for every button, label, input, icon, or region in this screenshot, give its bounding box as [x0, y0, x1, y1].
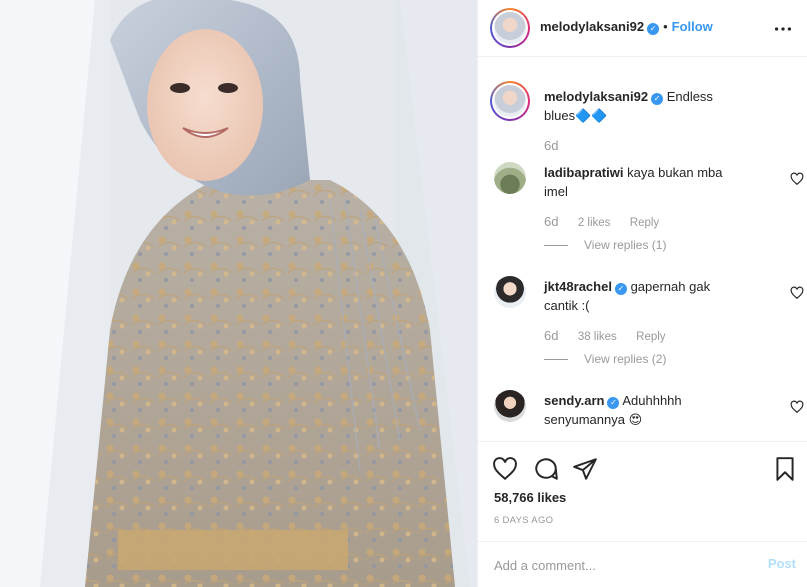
caption-time[interactable]: 6d — [544, 138, 558, 153]
author-username[interactable]: melodylaksani92 — [540, 19, 644, 34]
likes-count[interactable]: 58,766 likes — [494, 490, 566, 505]
commenter-avatar[interactable] — [494, 390, 526, 422]
post-comment-button[interactable]: Post — [768, 556, 796, 571]
comment-text: jkt48rachel ✓ gapernah gak cantik :( — [544, 277, 710, 315]
post-header: melodylaksani92 ✓ • Follow — [478, 0, 807, 57]
caption-meta: 6d — [544, 138, 574, 153]
verified-badge-icon: ✓ — [651, 93, 664, 105]
bookmark-icon[interactable] — [772, 456, 798, 482]
comment-username[interactable]: ladibapratiwi — [544, 165, 623, 180]
comment-body-line2: cantik :( — [544, 298, 590, 313]
like-comment-heart-icon[interactable] — [790, 286, 804, 300]
comment-time[interactable]: 6d — [544, 328, 558, 343]
verified-badge-icon: ✓ — [647, 23, 660, 35]
comment-likes[interactable]: 38 likes — [578, 331, 617, 343]
separator-dot: • — [663, 19, 668, 34]
comment-likes[interactable]: 2 likes — [578, 217, 611, 229]
comment-meta: 6d 2 likes Reply — [544, 214, 675, 229]
comment-username[interactable]: sendy.arn — [544, 393, 604, 408]
comment-time[interactable]: 6d — [544, 214, 558, 229]
caption-text-line1: Endless — [666, 89, 713, 104]
comments-list[interactable]: melodylaksani92 ✓ Endless blues🔷🔷 6d ladi… — [478, 57, 807, 452]
post-photo[interactable] — [0, 0, 477, 587]
heart-icon[interactable] — [492, 456, 518, 482]
verified-badge-icon: ✓ — [607, 397, 620, 409]
bride-photo-illustration — [0, 0, 477, 587]
follow-button[interactable]: Follow — [672, 19, 713, 34]
reply-button[interactable]: Reply — [636, 331, 665, 343]
post-actions: 58,766 likes 6 DAYS AGO — [478, 441, 807, 541]
comment-body-line2: senyumannya — [544, 412, 625, 427]
like-comment-heart-icon[interactable] — [790, 400, 804, 414]
comment-body-line1: gapernah gak — [630, 279, 711, 294]
comment-body-line1: kaya bukan mba — [627, 165, 723, 180]
view-replies-label: View replies (2) — [584, 352, 667, 366]
divider-line — [544, 245, 568, 247]
view-replies-label: View replies (1) — [584, 238, 667, 252]
comment-body-line1: Aduhhhhh — [622, 393, 682, 408]
comment-emoji: 😍 — [628, 412, 643, 427]
commenter-avatar[interactable] — [494, 162, 526, 194]
divider-line — [544, 359, 568, 361]
post-timestamp[interactable]: 6 DAYS AGO — [494, 515, 553, 526]
comment-icon[interactable] — [533, 456, 559, 482]
caption-author-avatar[interactable] — [490, 81, 530, 121]
caption-username[interactable]: melodylaksani92 — [544, 89, 648, 104]
author-avatar[interactable] — [490, 8, 530, 48]
post-sidebar: melodylaksani92 ✓ • Follow melodylaksani92 ✓… — [477, 0, 807, 587]
comment-text: sendy.arn ✓ Aduhhhhh senyumannya 😍 — [544, 391, 682, 429]
caption: melodylaksani92 ✓ Endless blues🔷🔷 — [544, 87, 713, 125]
caption-text-line2: blues — [544, 108, 576, 123]
like-comment-heart-icon[interactable] — [790, 172, 804, 186]
share-icon[interactable] — [572, 456, 598, 482]
add-comment-bar: Post — [478, 541, 807, 587]
comment-input[interactable] — [494, 554, 744, 576]
commenter-avatar[interactable] — [494, 276, 526, 308]
view-replies-button[interactable]: View replies (2) — [544, 352, 666, 366]
header-line: melodylaksani92 ✓ • Follow — [540, 19, 713, 35]
reply-button[interactable]: Reply — [630, 217, 659, 229]
view-replies-button[interactable]: View replies (1) — [544, 238, 666, 252]
comment-text: ladibapratiwi kaya bukan mba imel — [544, 163, 723, 201]
comment-meta: 6d 38 likes Reply — [544, 328, 682, 343]
comment-body-line2: imel — [544, 184, 568, 199]
comment-username[interactable]: jkt48rachel — [544, 279, 612, 294]
caption-emoji: 🔷🔷 — [575, 108, 608, 123]
more-options-icon[interactable] — [772, 18, 794, 40]
verified-badge-icon: ✓ — [614, 283, 627, 295]
